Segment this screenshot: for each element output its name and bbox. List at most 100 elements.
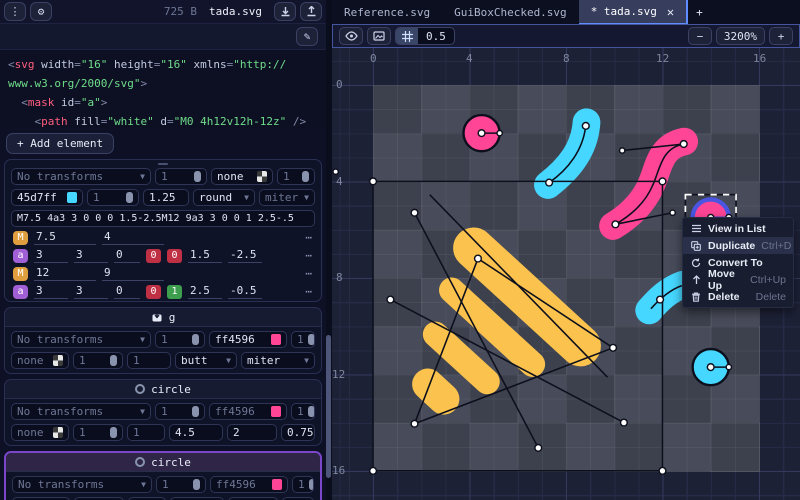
stroke-opacity-input[interactable]: 1 bbox=[73, 424, 123, 441]
zoom-level[interactable]: 3200% bbox=[716, 27, 765, 45]
tab-tada-active[interactable]: * tada.svg✕ bbox=[579, 0, 688, 24]
path-command-row[interactable]: M 12 9 ⋯ bbox=[5, 265, 321, 283]
command-badge[interactable]: a bbox=[13, 285, 28, 299]
arc-flag[interactable]: 0 bbox=[146, 285, 161, 299]
grid-size-input[interactable]: 0.5 bbox=[418, 30, 454, 43]
add-element-button[interactable]: + Add element bbox=[6, 133, 114, 154]
fill-opacity-input[interactable]: 1 bbox=[292, 476, 314, 493]
command-badge[interactable]: a bbox=[13, 249, 28, 263]
fill-input[interactable]: none bbox=[211, 168, 273, 185]
slider-handle[interactable] bbox=[110, 427, 117, 438]
slider-handle[interactable] bbox=[126, 192, 133, 203]
slider-handle[interactable] bbox=[193, 479, 200, 490]
command-badge[interactable]: M bbox=[13, 231, 28, 245]
path-command-row[interactable]: a 3 3 0 0 1 2.5 -0.5 ⋯ bbox=[5, 283, 321, 301]
opacity-input[interactable]: 1 bbox=[156, 476, 206, 493]
arc-flag[interactable]: 0 bbox=[146, 249, 161, 263]
stroke-input[interactable]: 45d7ff bbox=[11, 189, 83, 206]
menu-item-delete[interactable]: Delete Delete bbox=[683, 288, 793, 305]
slider-handle[interactable] bbox=[308, 334, 315, 345]
edit-code-button[interactable]: ✎ bbox=[296, 27, 318, 46]
canvas-viewport[interactable]: 0 4 8 12 16 0 4 8 12 16 bbox=[332, 48, 800, 500]
stroke-width-input[interactable]: 1 bbox=[127, 352, 171, 369]
linejoin-select[interactable]: miter▼ bbox=[259, 189, 315, 206]
opacity-input[interactable]: 1 bbox=[155, 331, 205, 348]
menu-item-view-in-list[interactable]: View in List bbox=[683, 220, 793, 237]
fill-swatch[interactable] bbox=[257, 171, 267, 182]
slider-handle[interactable] bbox=[309, 479, 314, 490]
fill-opacity-input[interactable]: 1 bbox=[277, 168, 315, 185]
stroke-opacity-input[interactable]: 1 bbox=[87, 189, 139, 206]
panel-g-header[interactable]: g bbox=[5, 308, 321, 327]
command-arg-input[interactable]: 0 bbox=[114, 248, 140, 263]
toggle-visibility-button[interactable] bbox=[339, 27, 363, 45]
stroke-input[interactable]: none bbox=[11, 352, 69, 369]
stroke-swatch[interactable] bbox=[67, 192, 77, 203]
slider-handle[interactable] bbox=[302, 171, 309, 182]
tab-reference[interactable]: Reference.svg bbox=[332, 0, 442, 24]
upload-button[interactable] bbox=[300, 2, 322, 21]
tab-guiboxchecked[interactable]: GuiBoxChecked.svg bbox=[442, 0, 579, 24]
opacity-input[interactable]: 1 bbox=[155, 403, 205, 420]
toggle-image-button[interactable] bbox=[367, 27, 391, 45]
path-command-row[interactable]: a 3 3 0 0 0 1.5 -2.5 ⋯ bbox=[5, 247, 321, 265]
row-menu-button[interactable]: ⋯ bbox=[305, 249, 313, 262]
slider-handle[interactable] bbox=[110, 355, 117, 366]
fill-input[interactable]: ff4596 bbox=[210, 476, 288, 493]
fill-input[interactable]: ff4596 bbox=[209, 331, 287, 348]
fill-swatch[interactable] bbox=[271, 406, 281, 417]
arc-flag[interactable]: 1 bbox=[167, 285, 182, 299]
path-command-row[interactable]: M 7.5 4 ⋯ bbox=[5, 229, 321, 247]
transforms-select[interactable]: No transforms▼ bbox=[11, 331, 151, 348]
slider-handle[interactable] bbox=[308, 406, 315, 417]
stroke-input[interactable]: none bbox=[11, 424, 69, 441]
zoom-out-button[interactable]: − bbox=[688, 27, 712, 45]
panel-drag-handle[interactable] bbox=[158, 163, 168, 165]
zoom-in-button[interactable]: + bbox=[769, 27, 793, 45]
command-arg-input[interactable]: -2.5 bbox=[228, 248, 262, 263]
stroke-opacity-input[interactable]: 1 bbox=[73, 352, 123, 369]
command-arg-input[interactable]: 4 bbox=[102, 230, 164, 245]
new-tab-button[interactable]: + bbox=[688, 0, 711, 24]
fill-opacity-input[interactable]: 1 bbox=[291, 403, 315, 420]
row-menu-button[interactable]: ⋯ bbox=[305, 285, 313, 298]
arc-flag[interactable]: 0 bbox=[167, 249, 182, 263]
cy-input[interactable]: 2 bbox=[227, 424, 277, 441]
left-panel-scrollbar[interactable] bbox=[326, 335, 331, 478]
linecap-select[interactable]: butt▼ bbox=[175, 352, 237, 369]
panel-circle-header[interactable]: circle bbox=[5, 380, 321, 399]
r-input[interactable]: 0.75 bbox=[281, 424, 315, 441]
path-d-input[interactable]: M7.5 4a3 3 0 0 0 1.5-2.5M12 9a3 3 0 0 1 … bbox=[11, 210, 315, 227]
kebab-menu-button[interactable]: ⋮ bbox=[4, 2, 26, 21]
grid-snap-button[interactable] bbox=[396, 28, 418, 44]
command-arg-input[interactable]: 3 bbox=[74, 284, 108, 299]
download-button[interactable] bbox=[274, 2, 296, 21]
command-arg-input[interactable]: 3 bbox=[34, 284, 68, 299]
settings-button[interactable]: ⚙ bbox=[30, 2, 52, 21]
stroke-swatch[interactable] bbox=[53, 427, 63, 438]
slider-handle[interactable] bbox=[192, 334, 199, 345]
command-arg-input[interactable]: 0 bbox=[114, 284, 140, 299]
fill-input[interactable]: ff4596 bbox=[209, 403, 287, 420]
command-arg-input[interactable]: 3 bbox=[74, 248, 108, 263]
transforms-select[interactable]: No transforms▼ bbox=[11, 168, 151, 185]
command-arg-input[interactable]: 1.5 bbox=[188, 248, 222, 263]
stroke-width-input[interactable]: 1.25 bbox=[143, 189, 189, 206]
stroke-width-input[interactable]: 1 bbox=[127, 424, 165, 441]
command-arg-input[interactable]: 7.5 bbox=[34, 230, 96, 245]
code-editor[interactable]: <svg width="16" height="16" xmlns="http:… bbox=[0, 50, 326, 128]
command-arg-input[interactable]: 12 bbox=[34, 266, 96, 281]
fill-opacity-input[interactable]: 1 bbox=[291, 331, 315, 348]
command-arg-input[interactable]: 3 bbox=[34, 248, 68, 263]
command-arg-input[interactable]: 9 bbox=[102, 266, 164, 281]
command-arg-input[interactable]: 2.5 bbox=[188, 284, 222, 299]
row-menu-button[interactable]: ⋯ bbox=[305, 267, 313, 280]
linecap-select[interactable]: round▼ bbox=[193, 189, 255, 206]
transforms-select[interactable]: No transforms▼ bbox=[11, 403, 151, 420]
menu-item-duplicate[interactable]: Duplicate Ctrl+D bbox=[683, 237, 793, 254]
linejoin-select[interactable]: miter▼ bbox=[241, 352, 315, 369]
menu-item-move-up[interactable]: Move Up Ctrl+Up bbox=[683, 271, 793, 288]
slider-handle[interactable] bbox=[192, 406, 199, 417]
fill-swatch[interactable] bbox=[271, 334, 281, 345]
opacity-input[interactable]: 1 bbox=[155, 168, 207, 185]
